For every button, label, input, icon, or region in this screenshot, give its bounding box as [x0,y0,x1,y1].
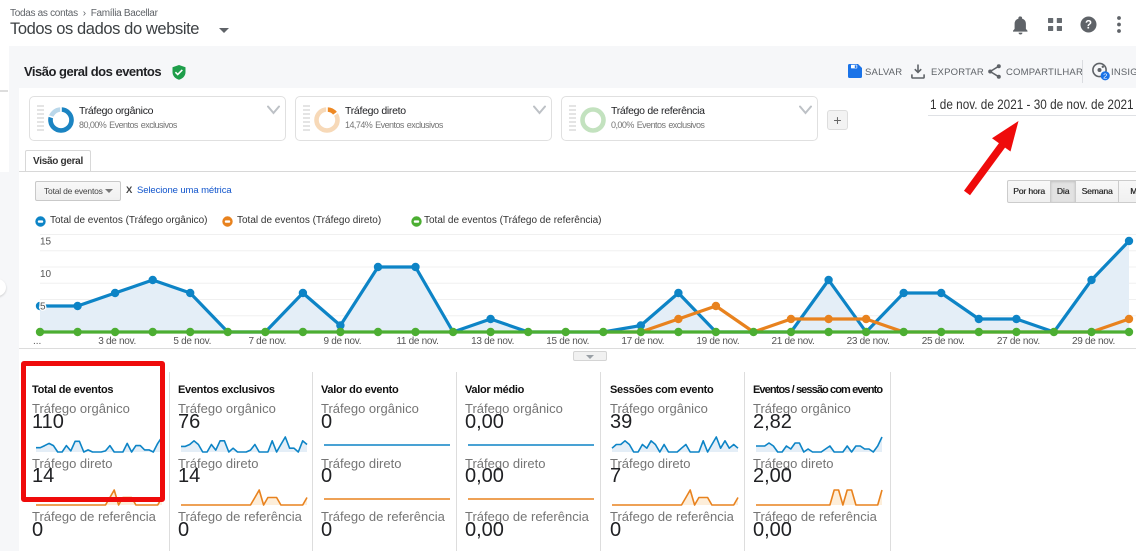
svg-text:21 de nov.: 21 de nov. [772,336,815,347]
svg-text:17 de nov.: 17 de nov. [621,336,664,347]
svg-text:9 de nov.: 9 de nov. [324,336,362,347]
svg-text:13 de nov.: 13 de nov. [471,336,514,347]
svg-text:?: ? [1085,20,1092,32]
svg-text:2: 2 [1103,72,1107,81]
svg-text:19 de nov.: 19 de nov. [696,336,739,347]
svg-text:10: 10 [40,269,52,280]
svg-text:3 de nov.: 3 de nov. [98,336,136,347]
svg-text:...: ... [33,336,41,347]
svg-text:7 de nov.: 7 de nov. [248,336,286,347]
svg-text:15 de nov.: 15 de nov. [546,336,589,347]
svg-text:25 de nov.: 25 de nov. [922,336,965,347]
svg-text:11 de nov.: 11 de nov. [396,336,438,347]
svg-text:5 de nov.: 5 de nov. [173,336,211,347]
svg-text:5: 5 [40,302,46,313]
svg-text:15: 15 [40,237,52,248]
svg-text:29 de nov.: 29 de nov. [1072,336,1115,347]
svg-text:27 de nov.: 27 de nov. [997,336,1040,347]
svg-text:23 de nov.: 23 de nov. [847,336,890,347]
